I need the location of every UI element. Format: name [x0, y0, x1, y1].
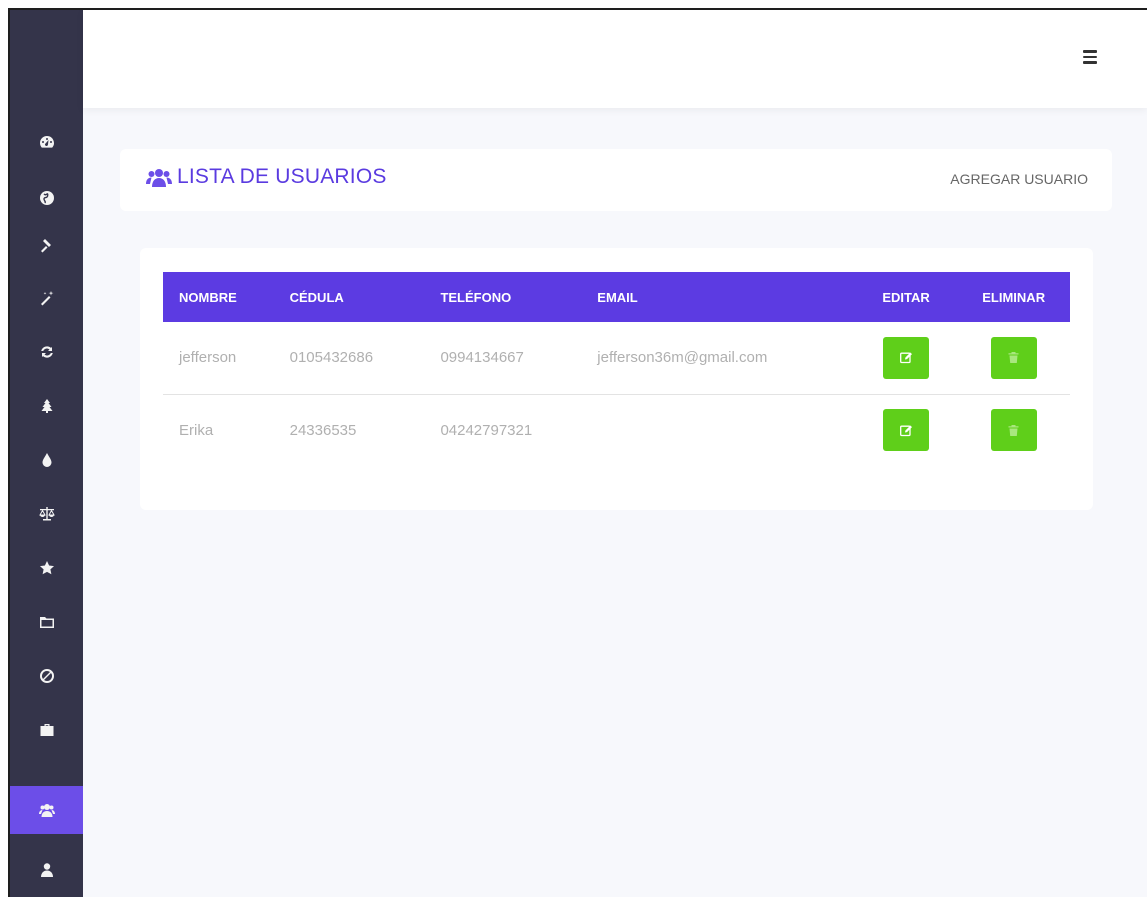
user-icon — [40, 863, 53, 877]
sidebar-item-globe[interactable] — [10, 174, 83, 222]
briefcase-icon — [40, 724, 53, 736]
tint-icon — [42, 453, 51, 467]
cell-cedula: 24336535 — [289, 421, 357, 439]
sidebar-item-tint[interactable] — [10, 436, 83, 484]
page-header: LISTA DE USUARIOS AGREGAR USUARIO — [120, 149, 1112, 211]
sidebar-item-balance[interactable] — [10, 490, 83, 538]
cell-telefono: 04242797321 — [440, 421, 533, 439]
delete-button[interactable] — [990, 336, 1037, 379]
column-header-cedula: CÉDULA — [289, 289, 344, 305]
users-table-card: NOMBRE CÉDULA TELÉFONO EMAIL EDITAR ELIM… — [140, 248, 1093, 510]
sidebar-item-briefcase[interactable] — [10, 706, 83, 754]
edit-icon — [899, 425, 912, 436]
sidebar-item-star[interactable] — [10, 544, 83, 592]
sidebar-item-tree[interactable] — [10, 382, 83, 430]
cell-email — [581, 394, 855, 466]
delete-button[interactable] — [990, 409, 1037, 452]
page-title: LISTA DE USUARIOS — [146, 165, 387, 189]
sidebar-item-folder[interactable] — [10, 598, 83, 646]
table-row: jefferson 0105432686 0994134667 jefferso… — [163, 322, 1070, 394]
balance-scale-icon — [38, 507, 55, 521]
table-header-row: NOMBRE CÉDULA TELÉFONO EMAIL EDITAR ELIM… — [163, 272, 1070, 322]
dashboard-icon — [39, 136, 54, 148]
column-header-editar: EDITAR — [882, 289, 930, 305]
sidebar-item-magic[interactable] — [10, 274, 83, 322]
cell-eliminar — [957, 322, 1070, 394]
sidebar-item-refresh[interactable] — [10, 328, 83, 376]
app-frame: LISTA DE USUARIOS AGREGAR USUARIO NOMBRE… — [8, 8, 1147, 897]
cell-nombre: jefferson — [179, 349, 237, 367]
ban-icon — [39, 669, 54, 683]
column-header-email: EMAIL — [597, 289, 638, 305]
sidebar-item-user[interactable] — [10, 846, 83, 894]
star-icon — [39, 561, 54, 575]
menu-toggle-icon[interactable] — [1083, 50, 1097, 64]
top-bar — [83, 10, 1147, 108]
cell-editar — [855, 322, 958, 394]
refresh-icon — [40, 346, 53, 358]
cell-telefono: 0994134667 — [440, 349, 524, 367]
edit-button[interactable] — [883, 409, 930, 452]
folder-icon — [39, 617, 54, 628]
sidebar-item-users[interactable] — [10, 786, 83, 834]
trash-icon — [1008, 424, 1019, 436]
trash-icon — [1008, 352, 1019, 364]
sidebar-item-ban[interactable] — [10, 652, 83, 700]
column-header-nombre: NOMBRE — [179, 289, 237, 305]
page-title-text: LISTA DE USUARIOS — [177, 165, 387, 188]
gavel-icon — [40, 239, 51, 253]
edit-icon — [899, 352, 912, 364]
table-row: Erika 24336535 04242797321 — [163, 394, 1070, 466]
edit-button[interactable] — [883, 336, 930, 379]
cell-cedula: 0105432686 — [289, 349, 374, 367]
magic-wand-icon — [40, 291, 53, 306]
users-icon — [146, 169, 172, 187]
column-header-telefono: TELÉFONO — [440, 289, 512, 305]
users-icon — [38, 804, 55, 817]
sidebar-item-gavel[interactable] — [10, 222, 83, 270]
cell-eliminar — [957, 394, 1070, 466]
sidebar — [10, 10, 83, 897]
cell-nombre: Erika — [179, 421, 214, 439]
column-header-eliminar: ELIMINAR — [982, 289, 1046, 305]
tree-icon — [41, 399, 52, 413]
cell-email: jefferson36m@gmail.com — [597, 349, 768, 367]
sidebar-item-dashboard[interactable] — [10, 118, 83, 166]
globe-icon — [39, 191, 54, 205]
add-user-button[interactable]: AGREGAR USUARIO — [950, 171, 1088, 187]
cell-editar — [855, 394, 958, 466]
users-table: NOMBRE CÉDULA TELÉFONO EMAIL EDITAR ELIM… — [163, 272, 1070, 466]
